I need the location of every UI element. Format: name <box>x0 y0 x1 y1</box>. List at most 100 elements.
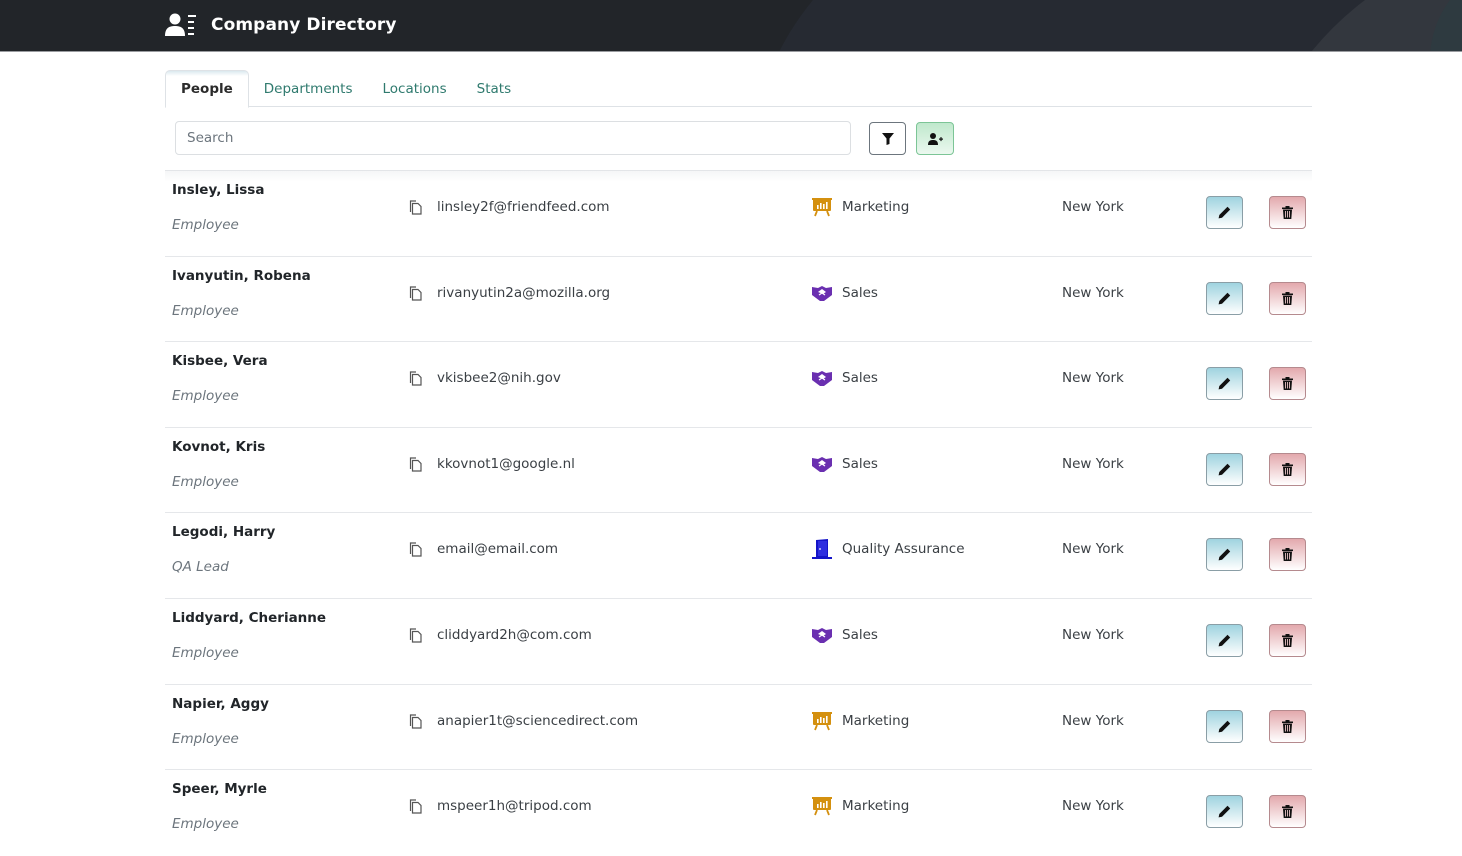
tab-departments[interactable]: Departments <box>249 70 368 107</box>
person-location: New York <box>1062 455 1124 472</box>
person-name: Speer, Myrle <box>172 781 267 798</box>
filter-icon <box>881 132 894 145</box>
person-department: Marketing <box>842 199 910 215</box>
delete-button[interactable] <box>1269 196 1306 229</box>
tab-stats[interactable]: Stats <box>462 70 526 107</box>
copy-icon[interactable] <box>409 628 423 643</box>
trash-icon <box>1282 462 1293 476</box>
trash-icon <box>1282 377 1293 391</box>
handshake-icon <box>812 456 832 472</box>
tab-locations[interactable]: Locations <box>368 70 462 107</box>
edit-button[interactable] <box>1206 795 1243 829</box>
search-input[interactable] <box>175 121 851 155</box>
handshake-icon <box>812 285 832 301</box>
user-plus-icon <box>927 132 943 145</box>
delete-button[interactable] <box>1269 623 1306 657</box>
person-name: Kovnot, Kris <box>172 438 266 455</box>
address-book-user-icon <box>165 13 196 36</box>
presentation-chart-icon <box>812 797 832 816</box>
person-role: Employee <box>172 644 239 661</box>
person-department: Sales <box>842 284 878 301</box>
person-row: Insley, Lissa Employee linsley2f@friendf… <box>165 171 1312 257</box>
presentation-chart-icon <box>812 198 832 217</box>
person-row: Kovnot, Kris Employee kkovnot1@google.nl… <box>165 428 1312 514</box>
trash-icon <box>1282 206 1293 219</box>
person-email: email@email.com <box>437 541 559 558</box>
add-person-button[interactable] <box>916 122 954 155</box>
copy-icon[interactable] <box>409 542 423 557</box>
person-location: New York <box>1062 798 1124 815</box>
person-name: Ivanyutin, Robena <box>172 267 311 284</box>
person-role: Employee <box>172 473 239 490</box>
delete-button[interactable] <box>1269 538 1306 572</box>
trash-icon <box>1282 291 1293 305</box>
tab-people[interactable]: People <box>165 70 249 108</box>
person-location: New York <box>1062 370 1124 387</box>
copy-icon[interactable] <box>409 713 423 729</box>
edit-button[interactable] <box>1206 709 1243 743</box>
delete-button[interactable] <box>1269 367 1306 401</box>
person-row: Liddyard, Cherianne Employee cliddyard2h… <box>165 599 1312 685</box>
pencil-icon <box>1218 463 1231 476</box>
edit-button[interactable] <box>1206 538 1243 572</box>
person-row: Legodi, Harry QA Lead email@email.com Qu… <box>165 513 1312 599</box>
person-role: Employee <box>172 388 239 405</box>
person-department: Marketing <box>842 712 910 729</box>
person-role: Employee <box>172 730 239 747</box>
brand[interactable]: Company Directory <box>165 12 397 38</box>
person-department: Marketing <box>842 798 910 815</box>
person-department: Sales <box>842 626 878 643</box>
trash-icon <box>1282 548 1293 562</box>
trash-icon <box>1282 633 1293 647</box>
person-department: Sales <box>842 370 878 387</box>
pencil-icon <box>1218 377 1231 390</box>
copy-icon[interactable] <box>409 285 423 301</box>
person-department: Sales <box>842 455 878 472</box>
person-row: Kisbee, Vera Employee vkisbee2@nih.gov S… <box>165 342 1312 428</box>
person-location: New York <box>1062 541 1124 558</box>
person-role: QA Lead <box>172 559 229 576</box>
app-title: Company Directory <box>211 15 397 35</box>
person-row: Napier, Aggy Employee anapier1t@scienced… <box>165 685 1312 771</box>
copy-icon[interactable] <box>409 457 423 472</box>
main-tabs: People Departments Locations Stats <box>165 70 1312 108</box>
person-email: mspeer1h@tripod.com <box>437 798 592 815</box>
edit-button[interactable] <box>1206 281 1243 315</box>
delete-button[interactable] <box>1269 795 1306 829</box>
person-email: cliddyard2h@com.com <box>437 626 592 643</box>
copy-icon[interactable] <box>409 371 423 386</box>
person-name: Kisbee, Vera <box>172 353 268 370</box>
handshake-icon <box>812 371 832 387</box>
person-department: Quality Assurance <box>842 541 965 558</box>
filter-button[interactable] <box>869 122 906 155</box>
person-name: Liddyard, Cherianne <box>172 609 327 626</box>
person-role: Employee <box>172 302 239 319</box>
door-icon <box>812 539 832 560</box>
pencil-icon <box>1218 805 1231 818</box>
edit-button[interactable] <box>1206 196 1243 229</box>
trash-icon <box>1282 719 1293 733</box>
person-email: kkovnot1@google.nl <box>437 455 575 472</box>
pencil-icon <box>1218 720 1231 732</box>
people-list: Insley, Lissa Employee linsley2f@friendf… <box>165 171 1312 856</box>
person-row: Ivanyutin, Robena Employee rivanyutin2a@… <box>165 257 1312 343</box>
delete-button[interactable] <box>1269 452 1306 486</box>
person-location: New York <box>1062 626 1124 643</box>
trash-icon <box>1282 805 1293 819</box>
top-navbar: Company Directory <box>0 0 1462 52</box>
delete-button[interactable] <box>1269 709 1306 743</box>
person-name: Napier, Aggy <box>172 695 269 712</box>
edit-button[interactable] <box>1206 452 1243 486</box>
person-role: Employee <box>172 217 239 233</box>
pencil-icon <box>1218 634 1231 647</box>
person-name: Legodi, Harry <box>172 524 276 541</box>
delete-button[interactable] <box>1269 281 1306 315</box>
pencil-icon <box>1218 206 1231 219</box>
copy-icon[interactable] <box>409 799 423 814</box>
person-email: anapier1t@sciencedirect.com <box>437 712 639 729</box>
edit-button[interactable] <box>1206 623 1243 657</box>
handshake-icon <box>812 627 832 643</box>
edit-button[interactable] <box>1206 367 1243 401</box>
person-email: linsley2f@friendfeed.com <box>437 199 610 215</box>
copy-icon[interactable] <box>409 200 423 215</box>
